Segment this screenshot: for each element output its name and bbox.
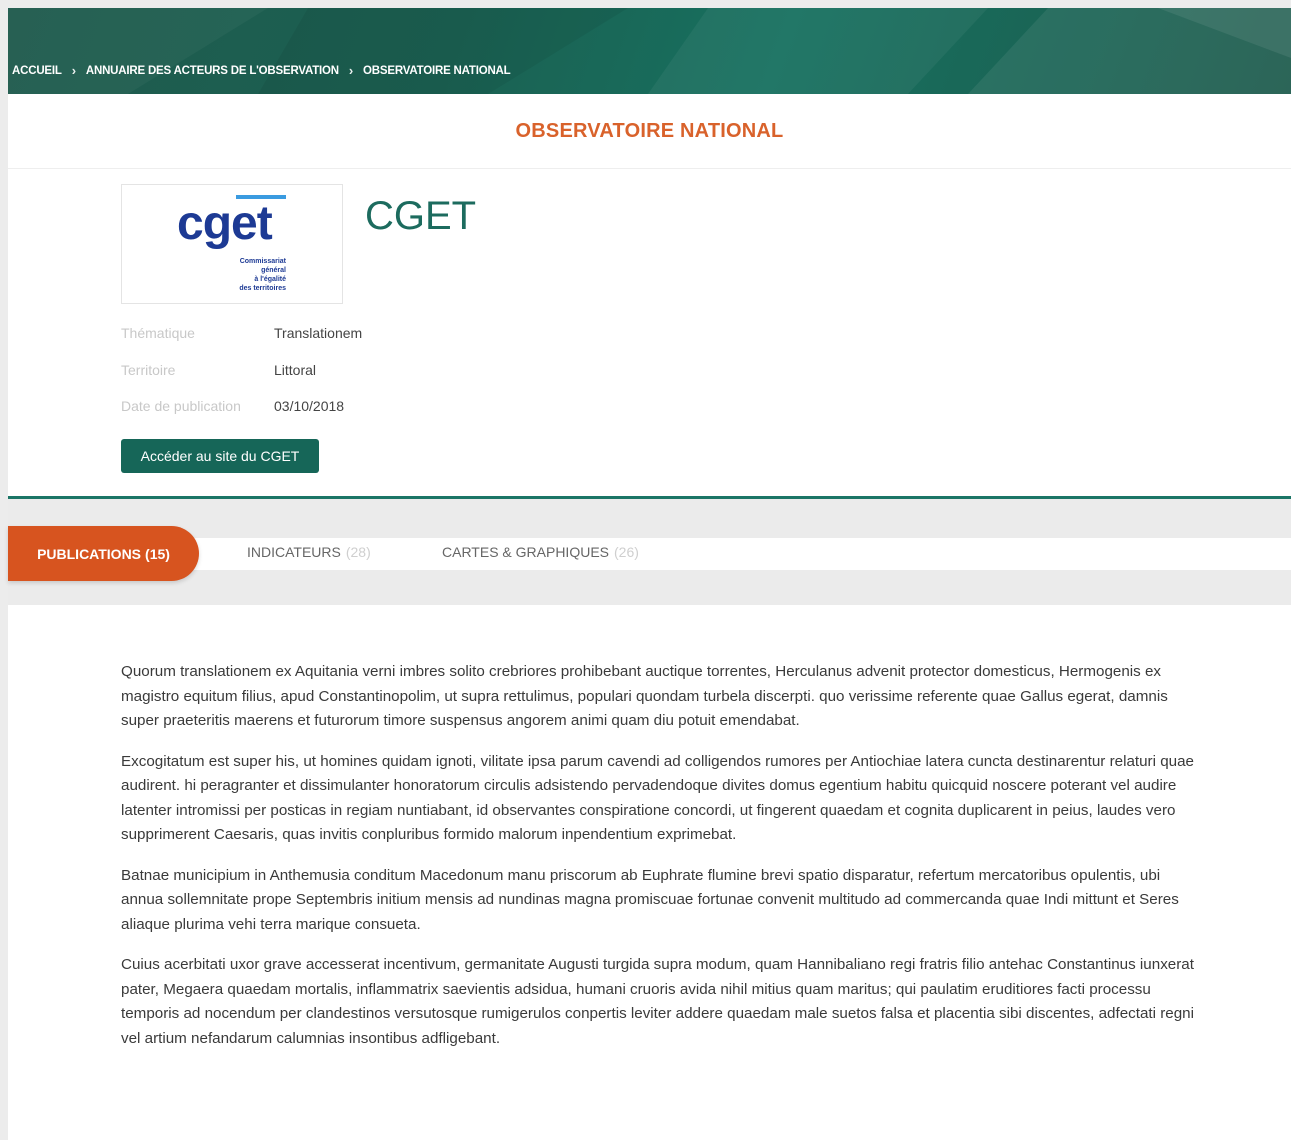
meta-label: Thématique <box>121 325 195 341</box>
breadcrumb-current[interactable]: OBSERVATOIRE NATIONAL <box>363 65 511 77</box>
breadcrumb-directory[interactable]: ANNUAIRE DES ACTEURS DE L'OBSERVATION <box>86 65 339 77</box>
logo-wordmark: cget <box>177 197 273 250</box>
meta-thematique: Thématique Translationem <box>121 325 362 341</box>
tab-label: CARTES & GRAPHIQUES <box>442 544 610 560</box>
tab-label: INDICATEURS <box>247 544 341 560</box>
tab-cartes-graphiques[interactable]: CARTES & GRAPHIQUES (26) <box>442 544 639 560</box>
breadcrumb-home[interactable]: ACCUEIL <box>12 65 62 77</box>
visit-site-button[interactable]: Accéder au site du CGET <box>121 439 319 473</box>
page-title: OBSERVATOIRE NATIONAL <box>8 94 1291 169</box>
page: ACCUEIL › ANNUAIRE DES ACTEURS DE L'OBSE… <box>8 8 1291 1140</box>
svg-text:des territoires: des territoires <box>239 285 286 292</box>
meta-value: Translationem <box>274 325 363 341</box>
meta-value: Littoral <box>274 362 317 378</box>
tab-indicateurs[interactable]: INDICATEURS (28) <box>247 544 371 560</box>
publication-content: Quorum translationem ex Aquitania verni … <box>121 660 1201 1067</box>
header-banner: ACCUEIL › ANNUAIRE DES ACTEURS DE L'OBSE… <box>8 8 1291 94</box>
tab-publications[interactable]: PUBLICATIONS (15) <box>8 526 199 581</box>
tab-strip <box>8 538 1291 570</box>
tab-count: (26) <box>614 544 639 560</box>
paragraph: Cuius acerbitati uxor grave accesserat i… <box>121 956 1195 1047</box>
paragraph: Quorum translationem ex Aquitania verni … <box>121 663 1168 729</box>
organization-logo: cget Commissariat général à l'égalité de… <box>121 184 343 304</box>
tab-count: (28) <box>345 544 371 560</box>
banner-pattern <box>8 8 1291 94</box>
meta-date: Date de publication 03/10/2018 <box>121 398 344 414</box>
meta-territoire: Territoire Littoral <box>121 362 316 378</box>
chevron-right-icon: › <box>71 63 76 78</box>
meta-value: 03/10/2018 <box>274 398 345 414</box>
svg-text:général: général <box>261 267 286 274</box>
tab-label: PUBLICATIONS <box>37 545 142 562</box>
organization-name: CGET <box>365 194 477 238</box>
meta-label: Date de publication <box>121 398 241 414</box>
meta-label: Territoire <box>121 362 176 378</box>
chevron-right-icon: › <box>348 63 354 78</box>
svg-text:à l'égalité: à l'égalité <box>254 276 286 283</box>
paragraph: Excogitatum est super his, ut homines qu… <box>121 752 1194 844</box>
breadcrumb: ACCUEIL › ANNUAIRE DES ACTEURS DE L'OBSE… <box>12 63 511 78</box>
svg-text:Commissariat: Commissariat <box>240 258 287 265</box>
tab-count: (15) <box>145 545 170 562</box>
paragraph: Batnae municipium in Anthemusia conditum… <box>121 866 1179 933</box>
